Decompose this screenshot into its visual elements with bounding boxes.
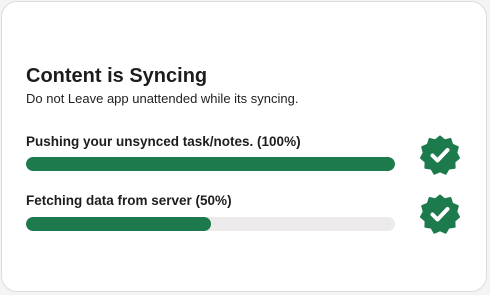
task-label: Fetching data from server (50%) (26, 193, 232, 208)
sync-dialog: Content is Syncing Do not Leave app unat… (1, 1, 487, 292)
progress-bar (26, 157, 395, 171)
progress-bar (26, 217, 395, 231)
progress-fill (26, 157, 395, 171)
dialog-subtitle: Do not Leave app unattended while its sy… (26, 91, 299, 106)
progress-fill (26, 217, 211, 231)
dialog-title: Content is Syncing (26, 65, 208, 87)
verified-check-icon (420, 135, 460, 175)
verified-check-icon (420, 194, 460, 234)
task-label: Pushing your unsynced task/notes. (100%) (26, 134, 301, 149)
